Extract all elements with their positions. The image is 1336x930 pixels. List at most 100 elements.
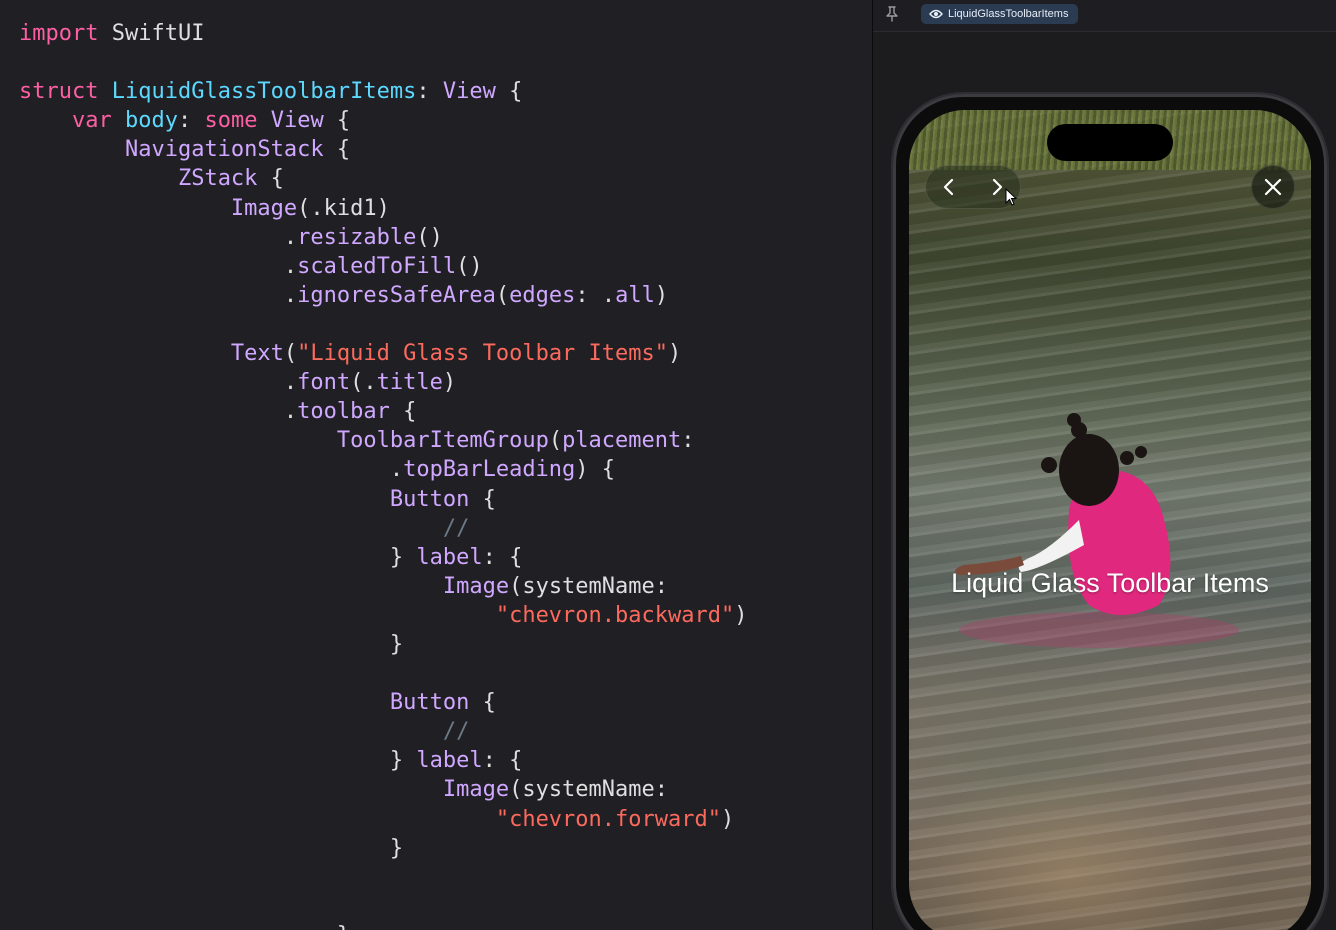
code-token: } xyxy=(19,748,417,774)
child-photo xyxy=(955,413,1239,648)
screen-title: Liquid Glass Toolbar Items xyxy=(951,568,1269,598)
code-line: Button { xyxy=(19,485,748,514)
code-token: : xyxy=(681,428,695,454)
code-token: label xyxy=(416,748,483,774)
code-token: "chevron.forward" xyxy=(495,806,721,832)
code-token: Image xyxy=(442,573,510,599)
code-token: // xyxy=(442,719,470,745)
code-line: .font(.title) xyxy=(19,368,748,397)
code-token: { xyxy=(257,166,284,192)
code-token: View xyxy=(270,108,324,134)
code-token: . xyxy=(19,399,298,425)
code-token: (. xyxy=(350,370,377,396)
preview-scheme-label: LiquidGlassToolbarItems xyxy=(948,8,1069,20)
code-token: } xyxy=(19,923,350,930)
code-token: ) xyxy=(721,806,735,832)
code-token: ( xyxy=(283,341,298,367)
close-button[interactable] xyxy=(1251,165,1295,209)
chevron-forward-icon xyxy=(992,178,1003,196)
code-line: .resizable() xyxy=(19,223,748,252)
code-token: { xyxy=(323,137,351,163)
code-line: "chevron.backward") xyxy=(19,601,748,630)
code-line: Button { xyxy=(19,688,748,717)
code-token: { xyxy=(495,79,523,105)
code-token: import xyxy=(19,21,99,46)
code-token: (systemName: xyxy=(509,777,669,803)
code-token: : xyxy=(416,79,443,105)
code-line: // xyxy=(19,514,748,543)
code-token: ) xyxy=(654,282,669,308)
preview-scheme-chip[interactable]: LiquidGlassToolbarItems xyxy=(921,4,1079,24)
code-token: { xyxy=(469,486,496,512)
back-button[interactable] xyxy=(925,165,973,209)
code-token: ToolbarItemGroup xyxy=(336,428,549,454)
code-token: ) xyxy=(734,602,748,628)
code-token: (systemName: xyxy=(509,573,669,599)
code-line: ZStack { xyxy=(19,164,748,193)
code-editor[interactable]: import SwiftUI struct LiquidGlassToolbarI… xyxy=(0,0,872,930)
close-icon xyxy=(1264,178,1282,196)
code-token: { xyxy=(323,108,351,134)
code-token: topBarLeading xyxy=(403,457,576,483)
code-token: struct xyxy=(19,79,99,105)
code-token: edges xyxy=(509,282,576,308)
code-line: } xyxy=(19,921,748,930)
code-token: ( xyxy=(548,428,563,454)
code-line: .ignoresSafeArea(edges: .all) xyxy=(19,281,748,310)
code-token: () xyxy=(456,253,483,279)
code-token: . xyxy=(19,253,298,279)
code-line: Image(systemName: xyxy=(19,775,748,804)
code-line: } xyxy=(19,834,748,863)
code-line: import SwiftUI xyxy=(19,19,748,48)
code-token: ZStack xyxy=(177,166,258,192)
code-token: } xyxy=(19,544,417,570)
code-token: Button xyxy=(389,486,470,512)
pin-icon[interactable] xyxy=(884,5,900,23)
code-line: var body: some View { xyxy=(19,106,748,135)
dynamic-island xyxy=(1047,124,1173,161)
code-token: . xyxy=(19,224,298,250)
code-token: : . xyxy=(575,282,616,308)
code-token: Image xyxy=(230,195,298,221)
code-token: . xyxy=(19,282,298,308)
phone-screen: Liquid Glass Toolbar Items xyxy=(909,110,1311,930)
code-line: } label: { xyxy=(19,543,748,572)
code-token: : { xyxy=(482,544,523,570)
code-token: ( xyxy=(495,282,510,308)
code-token: toolbar xyxy=(297,399,390,425)
code-token: { xyxy=(469,690,496,716)
code-token: var xyxy=(71,108,112,134)
code-token: NavigationStack xyxy=(124,137,324,163)
preview-toolbar: LiquidGlassToolbarItems xyxy=(873,0,1336,32)
code-token: } xyxy=(19,835,404,861)
code-token: . xyxy=(19,370,298,396)
code-token: label xyxy=(416,544,483,570)
canvas-preview: LiquidGlassToolbarItems Liquid Glass Too… xyxy=(873,0,1336,930)
source-code[interactable]: import SwiftUI struct LiquidGlassToolbarI… xyxy=(19,19,748,930)
code-token: } xyxy=(19,631,404,657)
code-token: ) { xyxy=(575,457,616,483)
code-line: .toolbar { xyxy=(19,397,748,426)
code-token: (.kid1) xyxy=(297,195,390,221)
code-token: ignoresSafeArea xyxy=(297,282,496,308)
code-line: } label: { xyxy=(19,746,748,775)
code-line: Text("Liquid Glass Toolbar Items") xyxy=(19,339,748,368)
code-line: "chevron.forward") xyxy=(19,805,748,834)
